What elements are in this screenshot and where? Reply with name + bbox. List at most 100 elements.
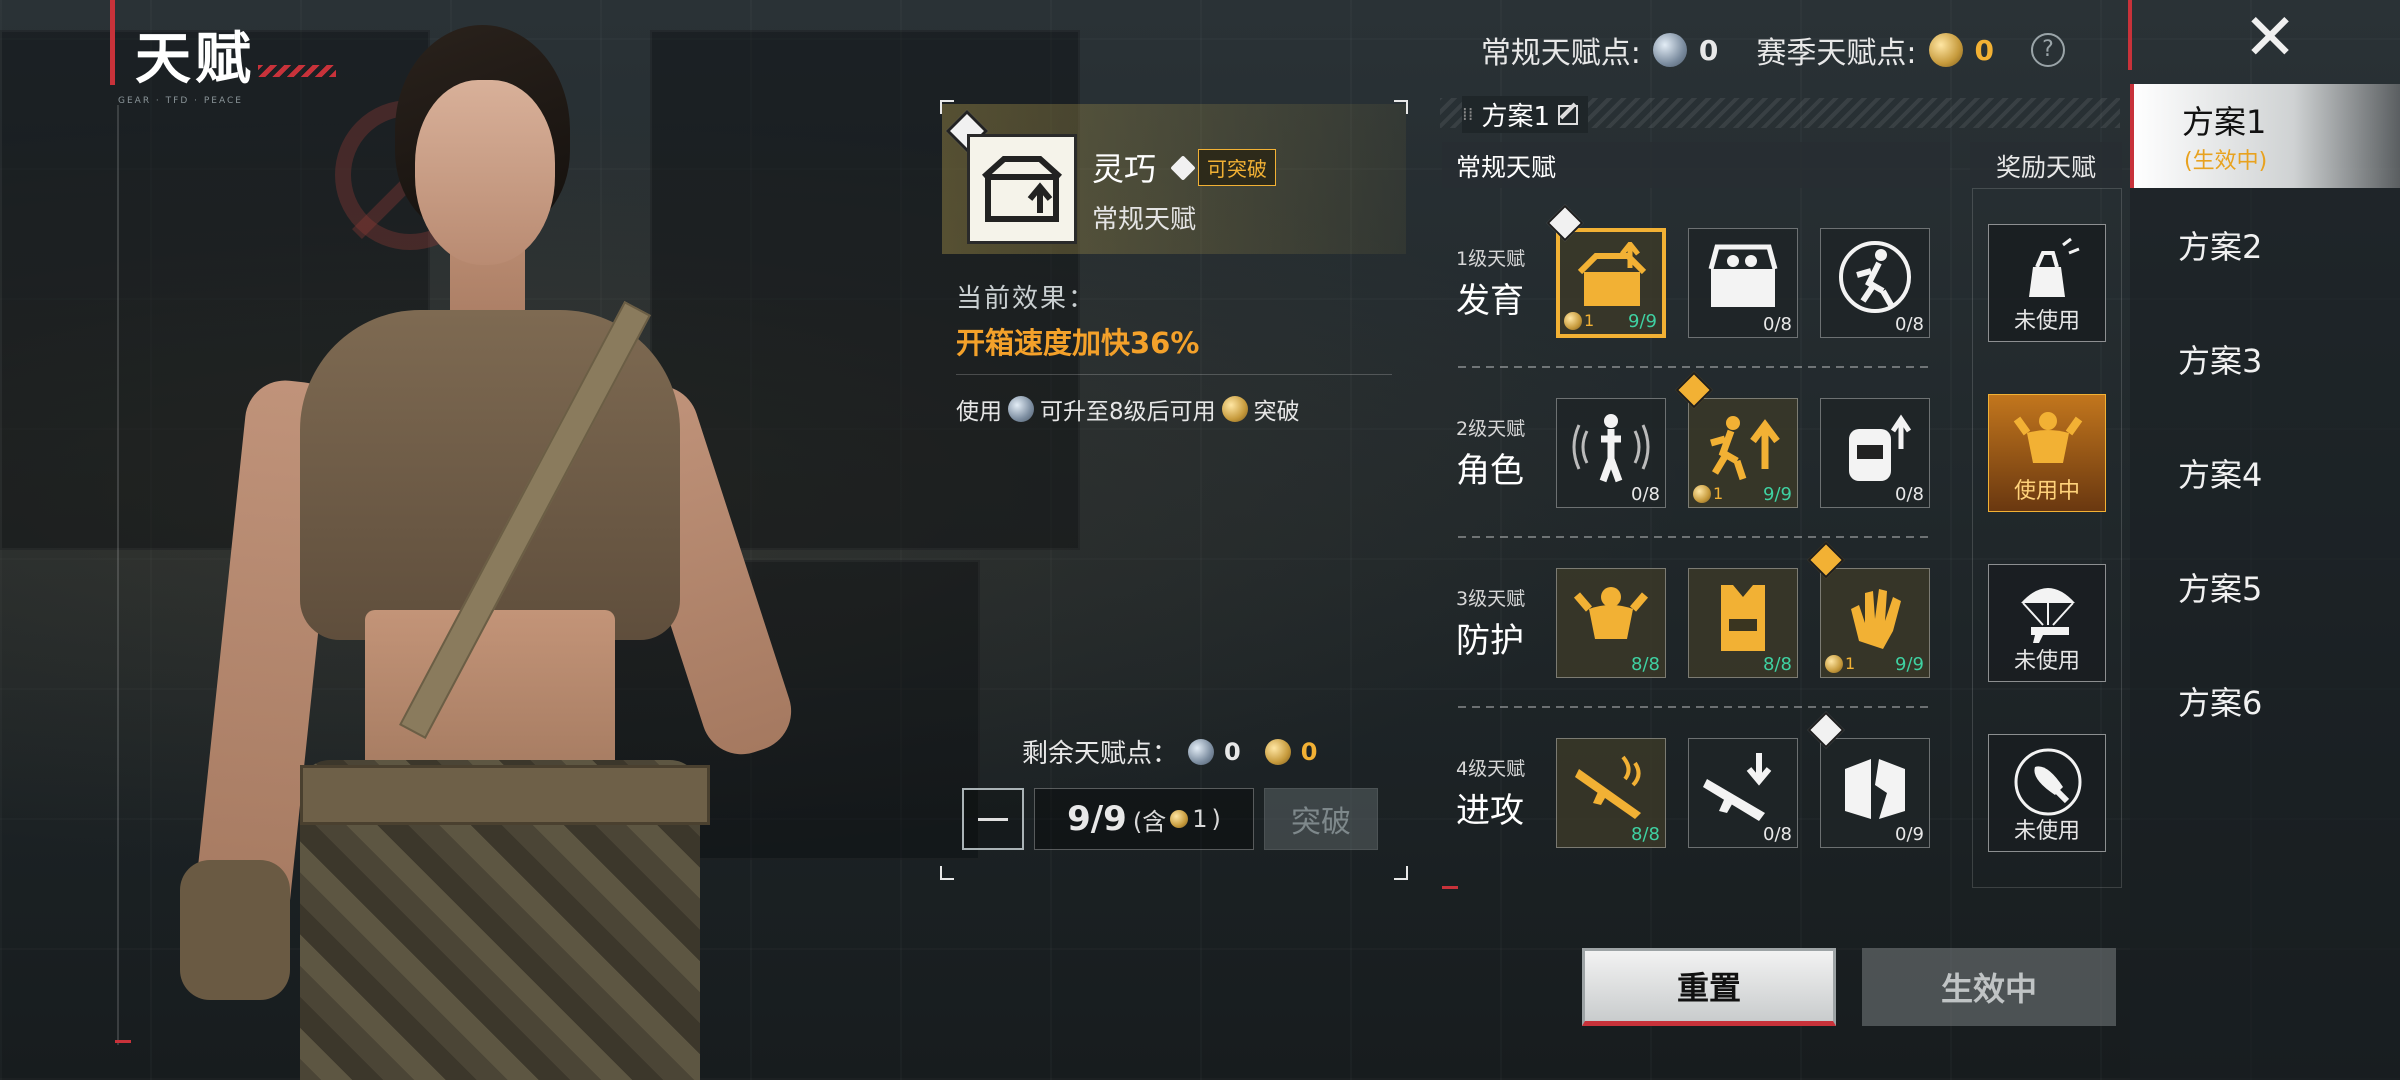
effect-label: 当前效果： bbox=[956, 284, 1097, 314]
diamond-up-icon bbox=[1170, 154, 1196, 181]
tier-label: 3级天赋 防护 bbox=[1456, 584, 1525, 662]
help-icon[interactable]: ? bbox=[2031, 33, 2065, 67]
season-points-value: 0 bbox=[1974, 33, 1994, 67]
plan-label: 方案5 bbox=[2178, 570, 2263, 608]
normal-points-value: 0 bbox=[1698, 33, 1719, 67]
talent-level: 9/9 bbox=[1895, 654, 1924, 675]
talent-slot[interactable]: 0/9 bbox=[1807, 711, 1930, 848]
tier-level: 3级天赋 bbox=[1456, 588, 1526, 610]
edit-icon[interactable] bbox=[1558, 104, 1578, 125]
talent-coin: 1 bbox=[1845, 654, 1856, 673]
talent-level: 8/8 bbox=[1631, 824, 1660, 845]
upgrade-note: 使用 可升至8级后可用 突破 bbox=[956, 392, 1300, 426]
rifle-fire-icon bbox=[1575, 755, 1641, 819]
gold-coin-icon bbox=[1264, 738, 1291, 765]
supply-chest-icon bbox=[1708, 244, 1778, 307]
reset-button[interactable]: 重置 bbox=[1582, 948, 1836, 1026]
active-status-button: 生效中 bbox=[1862, 948, 2116, 1026]
gold-coin-icon bbox=[1693, 484, 1711, 503]
bonus-talent-slot[interactable]: 未使用 bbox=[1988, 564, 2106, 682]
deco-mark bbox=[115, 1040, 131, 1043]
deco-mark bbox=[1442, 886, 1458, 889]
talent-slot[interactable]: 1 9/9 bbox=[1807, 541, 1930, 678]
character-face bbox=[415, 80, 555, 265]
breakthrough-mark: 1 bbox=[1693, 484, 1723, 503]
rifle-down-icon bbox=[1703, 753, 1772, 821]
bonus-talent-slot[interactable]: 使用中 bbox=[1988, 394, 2106, 512]
tier-level: 4级天赋 bbox=[1456, 758, 1526, 780]
tier-label: 2级天赋 角色 bbox=[1456, 414, 1525, 492]
tier-name: 防护 bbox=[1456, 621, 1524, 661]
tier-divider bbox=[1458, 536, 1928, 538]
plan-tab-4[interactable]: 方案4 bbox=[2130, 416, 2400, 530]
talent-slot[interactable]: 1 9/9 bbox=[1675, 371, 1798, 508]
talent-slot[interactable]: 0/8 bbox=[1820, 398, 1930, 508]
talent-coin: 1 bbox=[1713, 484, 1724, 503]
talent-detail-panel: 灵巧 可突破 常规天赋 当前效果： 开箱速度加快36% 使用 可升至8级后可用 … bbox=[940, 100, 1408, 880]
level-controls: 9/9 (含 1 ) 突破 bbox=[962, 788, 1378, 850]
talent-name: 灵巧 bbox=[1092, 150, 1157, 188]
plan-active-status: (生效中) bbox=[2184, 149, 2268, 174]
plan-tab-3[interactable]: 方案3 bbox=[2130, 302, 2400, 416]
tier-divider bbox=[1458, 706, 1928, 708]
tier-name: 角色 bbox=[1456, 451, 1524, 491]
close-button[interactable]: ✕ bbox=[2240, 6, 2300, 70]
tier-divider bbox=[1458, 366, 1928, 368]
normal-points-label: 常规天赋点: bbox=[1480, 36, 1641, 71]
runner-icon bbox=[1839, 241, 1911, 313]
tier-3: 3级天赋 防护 8/8 8/8 1 9/9 bbox=[1440, 541, 1960, 718]
talent-slot[interactable]: 0/8 bbox=[1688, 738, 1798, 848]
talent-slot[interactable]: 0/8 bbox=[1688, 228, 1798, 338]
break-button[interactable]: 突破 bbox=[1264, 788, 1378, 850]
talent-level: 0/8 bbox=[1763, 314, 1792, 335]
bonus-talent-slot[interactable]: 未使用 bbox=[1988, 734, 2106, 852]
level-display: 9/9 (含 1 ) bbox=[1034, 788, 1254, 850]
character-waist bbox=[365, 610, 615, 785]
vest-up-icon bbox=[1721, 585, 1765, 651]
talent-slot[interactable]: 8/8 bbox=[1688, 568, 1798, 678]
incl-prefix: (含 bbox=[1132, 807, 1167, 836]
note-prefix: 使用 bbox=[956, 399, 1002, 425]
remaining-label: 剩余天赋点： bbox=[1022, 739, 1179, 769]
plan-label: 方案2 bbox=[2178, 228, 2263, 266]
bonus-talent-slot[interactable]: 未使用 bbox=[1988, 224, 2106, 342]
title-accent bbox=[110, 0, 115, 85]
plan-tab-1[interactable]: 方案1 (生效中) bbox=[2130, 84, 2400, 188]
hand-drop-icon bbox=[2029, 237, 2080, 297]
level-value: 9/9 bbox=[1067, 799, 1127, 839]
silver-coin-icon bbox=[1188, 738, 1215, 765]
talent-type: 常规天赋 bbox=[1092, 205, 1197, 235]
talent-level: 0/8 bbox=[1895, 484, 1924, 505]
frame-corner bbox=[940, 866, 954, 880]
tier-label: 1级天赋 发育 bbox=[1456, 244, 1525, 322]
plan-tab-6[interactable]: 方案6 bbox=[2130, 644, 2400, 758]
season-points-label: 赛季天赋点: bbox=[1756, 36, 1917, 71]
talent-slot[interactable]: 8/8 bbox=[1556, 738, 1666, 848]
plan-label: 方案6 bbox=[2178, 684, 2263, 722]
sprint-up-icon bbox=[1710, 416, 1780, 481]
tier-2: 2级天赋 角色 0/8 1 9/9 0/8 bbox=[1440, 371, 1960, 548]
glove-icon bbox=[1851, 589, 1901, 649]
scheme-name: 方案1 bbox=[1481, 102, 1550, 132]
tier-4: 4级天赋 进攻 8/8 0/8 0/9 bbox=[1440, 711, 1960, 888]
breakthrough-mark: 1 bbox=[1825, 654, 1855, 673]
parachute-gun-icon bbox=[2021, 588, 2075, 643]
bonus-state: 未使用 bbox=[2013, 819, 2080, 844]
talent-slot[interactable]: 0/8 bbox=[1820, 228, 1930, 338]
plan-tab-5[interactable]: 方案5 bbox=[2130, 530, 2400, 644]
tier-1: 1级天赋 发育 1 9/9 0/8 0/8 bbox=[1440, 204, 1960, 378]
talent-level: 0/8 bbox=[1763, 824, 1792, 845]
remaining-points: 剩余天赋点： 0 0 bbox=[1022, 733, 1317, 770]
open-box-icon bbox=[967, 134, 1077, 244]
scheme-name-row: ⁞⁞ 方案1 bbox=[1462, 96, 1588, 133]
level-included: (含 1 ) bbox=[1133, 802, 1221, 837]
talent-slot[interactable]: 1 9/9 bbox=[1546, 204, 1666, 338]
decrease-button[interactable] bbox=[962, 788, 1024, 850]
muscle-up-icon bbox=[1573, 587, 1649, 639]
talent-slot[interactable]: 8/8 bbox=[1556, 568, 1666, 678]
tier-level: 1级天赋 bbox=[1456, 248, 1526, 270]
incl-suffix: ) bbox=[1211, 805, 1221, 833]
plan-tab-2[interactable]: 方案2 bbox=[2130, 188, 2400, 302]
talent-slot[interactable]: 0/8 bbox=[1556, 398, 1666, 508]
frame-corner bbox=[1394, 866, 1408, 880]
